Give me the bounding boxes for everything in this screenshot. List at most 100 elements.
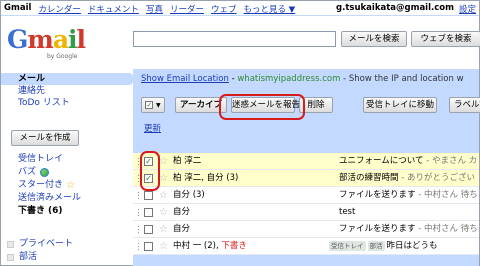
message-row[interactable]: ☆ 自分 (3) ファイルを送ります - 中村さん 待ち xyxy=(133,187,479,204)
message-subject-line: 部活の練習時間 - ありがとうござい xyxy=(339,170,479,187)
logo-letter-l: l xyxy=(76,25,86,54)
search-web-button[interactable]: ウェブを検索 xyxy=(411,31,480,47)
sidebar-item-label: 部活 xyxy=(19,252,38,262)
star-icon[interactable]: ☆ xyxy=(159,187,168,204)
sidebar-item-contacts[interactable]: 連絡先 xyxy=(1,85,133,97)
labels-dropdown[interactable]: ラベル▼ xyxy=(449,97,480,113)
star-icon[interactable]: ☆ xyxy=(159,221,168,238)
logo-by-google: by Google xyxy=(47,53,78,60)
message-subject-line: test xyxy=(339,204,479,221)
message-row[interactable]: ☆ 自分 test xyxy=(133,204,479,221)
top-bar: Gmail カレンダー ドキュメント 写真 リーダー ウェブ もっと見る ▼ g… xyxy=(1,1,479,16)
star-icon[interactable]: ☆ xyxy=(159,153,168,170)
message-subject: 部活の練習時間 xyxy=(339,173,399,183)
message-snippet: - 中村さん 待ち xyxy=(415,190,478,200)
move-button-highlight xyxy=(219,94,305,120)
nav-reader[interactable]: リーダー xyxy=(170,3,204,15)
chevron-down-icon: ▼ xyxy=(156,102,161,109)
search-mail-button[interactable]: メールを検索 xyxy=(341,31,407,47)
message-subject: 昨日はどうも xyxy=(386,241,438,251)
nav-web[interactable]: ウェブ xyxy=(211,3,237,15)
message-row[interactable]: ☆ 自分 ファイルを送ります - 中村さん 待ち xyxy=(133,221,479,238)
message-snippet: - ありがとうござい xyxy=(398,173,475,183)
sidebar-item-label: 下書き xyxy=(18,206,46,216)
sidebar-top-nav: メール 連絡先 ToDo リスト xyxy=(1,73,133,109)
sidebar-item-mail[interactable]: メール xyxy=(1,73,133,85)
nav-gmail[interactable]: Gmail xyxy=(4,3,31,15)
label-tag-inbox: 受信トレイ xyxy=(329,240,366,251)
message-checkbox[interactable] xyxy=(144,242,153,251)
account-email: g.tsukaikata@gmail.com xyxy=(336,3,454,13)
sidebar-item-drafts[interactable]: 下書き (6) xyxy=(1,205,133,218)
logo-letter-g: G xyxy=(7,25,28,54)
sidebar-item-tasks[interactable]: ToDo リスト xyxy=(1,97,133,109)
message-row[interactable]: ✓ ☆ 柏 淳二, 自分 (3) 部活の練習時間 - ありがとうござい xyxy=(133,170,479,187)
logo-letter-a: a xyxy=(52,25,69,54)
select-checkbox-icon: ✓ xyxy=(145,100,154,109)
message-subject: ユニフォームについて xyxy=(339,156,424,166)
product-nav: Gmail カレンダー ドキュメント 写真 リーダー ウェブ もっと見る ▼ xyxy=(4,3,302,15)
sidebar-item-buzz[interactable]: バズ xyxy=(1,166,133,179)
web-clip: Show Email Location - whatismyipaddress.… xyxy=(141,74,464,84)
message-subject: test xyxy=(339,207,356,217)
sidebar-item-inbox[interactable]: 受信トレイ xyxy=(1,153,133,166)
account-area: g.tsukaikata@gmail.com 設定 xyxy=(336,3,476,15)
search-input[interactable] xyxy=(133,31,336,47)
message-subject-line: ファイルを送ります - 中村さん 待ち xyxy=(339,221,479,238)
message-list: ✓ ☆ 柏 淳二 ユニフォームについて - やまさん カ ✓ ☆ 柏 淳二, 自… xyxy=(133,153,479,255)
buzz-icon xyxy=(40,168,50,177)
sidebar-item-label: バズ xyxy=(18,167,37,177)
drag-handle-icon[interactable] xyxy=(137,191,140,200)
drag-handle-icon[interactable] xyxy=(137,242,140,251)
sidebar-item-label: 受信トレイ xyxy=(18,154,64,164)
nav-photos[interactable]: 写真 xyxy=(146,3,163,15)
select-dropdown[interactable]: ✓ ▼ xyxy=(141,97,165,113)
web-clip-description: - Show the IP and location w xyxy=(340,74,464,84)
sidebar-item-starred[interactable]: スター付き ☆ xyxy=(1,179,133,192)
star-icon: ☆ xyxy=(66,180,75,191)
compose-button[interactable]: メールを作成 xyxy=(11,130,79,146)
logo-letter-m: m xyxy=(27,25,53,54)
settings-link[interactable]: 設定 xyxy=(459,3,476,15)
logo-letter-i: i xyxy=(68,25,77,54)
sidebar-item-label-private[interactable]: プライベート xyxy=(1,238,133,251)
sidebar-item-label: スター付き xyxy=(18,180,64,190)
web-clip-link[interactable]: Show Email Location xyxy=(141,74,229,84)
message-checkbox[interactable] xyxy=(144,208,153,217)
draft-marker: 下書き xyxy=(221,241,247,251)
nav-calendar[interactable]: カレンダー xyxy=(38,3,81,15)
star-icon[interactable]: ☆ xyxy=(159,238,168,255)
message-subject-line: 受信トレイ 部活 昨日はどうも xyxy=(329,238,469,255)
message-sender: 自分 (3) xyxy=(173,190,205,200)
message-checkbox[interactable] xyxy=(144,225,153,234)
sidebar-labels: プライベート 部活 xyxy=(1,238,133,264)
message-sender: 中村 一 (2), xyxy=(173,241,222,251)
sidebar-item-sent[interactable]: 送信済みメール xyxy=(1,192,133,205)
mail-panel: Show Email Location - whatismyipaddress.… xyxy=(133,69,480,266)
label-color-swatch xyxy=(7,254,14,261)
refresh-link[interactable]: 更新 xyxy=(144,122,161,134)
message-sender: 柏 淳二, 自分 (3) xyxy=(173,173,239,183)
message-subject-line: ユニフォームについて - やまさん カ xyxy=(339,153,479,170)
message-sender: 自分 xyxy=(173,224,191,234)
message-toolbar: ✓ ▼ アーカイブ 迷惑メールを報告 削除 受信トレイに移動 ラベル▼ xyxy=(141,97,480,115)
message-subject-line: ファイルを送ります - 中村さん 待ち xyxy=(339,187,479,204)
web-clip-site: whatismyipaddress.com xyxy=(237,74,341,84)
message-row[interactable]: ✓ ☆ 柏 淳二 ユニフォームについて - やまさん カ xyxy=(133,153,479,170)
star-icon[interactable]: ☆ xyxy=(159,170,168,187)
drag-handle-icon[interactable] xyxy=(137,225,140,234)
message-sender: 柏 淳二 xyxy=(173,156,202,166)
nav-documents[interactable]: ドキュメント xyxy=(88,3,139,15)
checkbox-highlight xyxy=(140,151,160,191)
move-to-inbox-button[interactable]: 受信トレイに移動 xyxy=(363,97,437,113)
drafts-count: (6) xyxy=(48,206,63,216)
sidebar-item-label-club[interactable]: 部活 xyxy=(1,251,133,264)
nav-more[interactable]: もっと見る ▼ xyxy=(243,3,295,15)
label-tag-club: 部活 xyxy=(367,240,385,251)
message-row[interactable]: ☆ 中村 一 (2), 下書き 受信トレイ 部活 昨日はどうも xyxy=(133,238,479,255)
star-icon[interactable]: ☆ xyxy=(159,204,168,221)
gmail-logo[interactable]: Gmail by Google xyxy=(7,25,86,61)
message-sender-line: 中村 一 (2), 下書き xyxy=(173,238,291,255)
drag-handle-icon[interactable] xyxy=(137,208,140,217)
message-checkbox[interactable] xyxy=(144,191,153,200)
